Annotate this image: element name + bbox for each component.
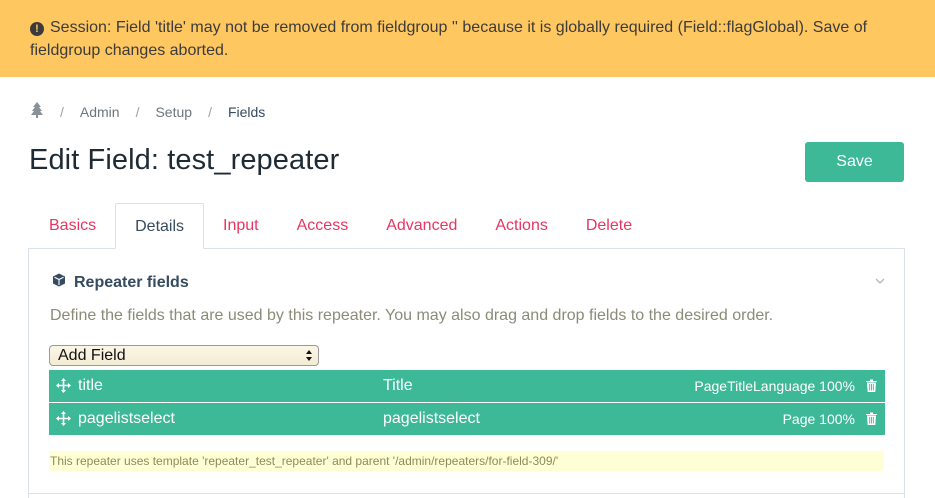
tree-icon[interactable] [30, 102, 44, 121]
field-name: pagelistselect [78, 410, 175, 427]
tab-input[interactable]: Input [204, 203, 278, 249]
tab-advanced[interactable]: Advanced [367, 203, 476, 249]
breadcrumb: / Admin / Setup / Fields [30, 102, 265, 121]
repeater-fields-section: Repeater fields Define the fields that a… [29, 249, 904, 493]
breadcrumb-separator: / [208, 103, 212, 120]
field-label: pagelistselect [383, 410, 480, 427]
breadcrumb-separator: / [135, 103, 140, 120]
add-field-select[interactable]: Add Field [49, 345, 319, 366]
page-title: Edit Field: test_repeater [29, 144, 340, 176]
tab-delete[interactable]: Delete [567, 203, 651, 249]
section-divider [29, 493, 904, 494]
breadcrumb-current[interactable]: Fields [228, 104, 265, 120]
tab-bar: Basics Details Input Access Advanced Act… [30, 203, 651, 249]
section-header[interactable]: Repeater fields [52, 273, 189, 292]
breadcrumb-separator: / [60, 103, 64, 120]
repeater-template-note: This repeater uses template 'repeater_te… [49, 451, 884, 471]
tab-access[interactable]: Access [278, 203, 368, 249]
field-name: title [78, 377, 103, 394]
tab-details[interactable]: Details [115, 203, 205, 249]
exclamation-circle-icon: ! [30, 22, 44, 36]
details-panel: Repeater fields Define the fields that a… [28, 248, 905, 498]
cube-icon [52, 273, 74, 292]
field-meta: Page 100% [782, 411, 855, 427]
session-notice: ! Session: Field 'title' may not be remov… [0, 0, 935, 77]
repeater-field-row[interactable]: pagelistselect pagelistselect Page 100% [49, 403, 885, 435]
breadcrumb-admin[interactable]: Admin [80, 104, 120, 120]
add-field-select-value: Add Field [58, 347, 126, 364]
field-meta: PageTitleLanguage 100% [694, 378, 855, 394]
tab-basics[interactable]: Basics [30, 203, 115, 249]
section-title: Repeater fields [74, 273, 189, 291]
section-description: Define the fields that are used by this … [50, 307, 774, 324]
field-label: Title [383, 377, 413, 394]
breadcrumb-setup[interactable]: Setup [155, 104, 192, 120]
notice-message: Session: Field 'title' may not be remove… [30, 19, 868, 59]
save-button[interactable]: Save [805, 142, 904, 182]
repeater-field-row[interactable]: title Title PageTitleLanguage 100% [49, 370, 885, 402]
tab-actions[interactable]: Actions [476, 203, 566, 249]
